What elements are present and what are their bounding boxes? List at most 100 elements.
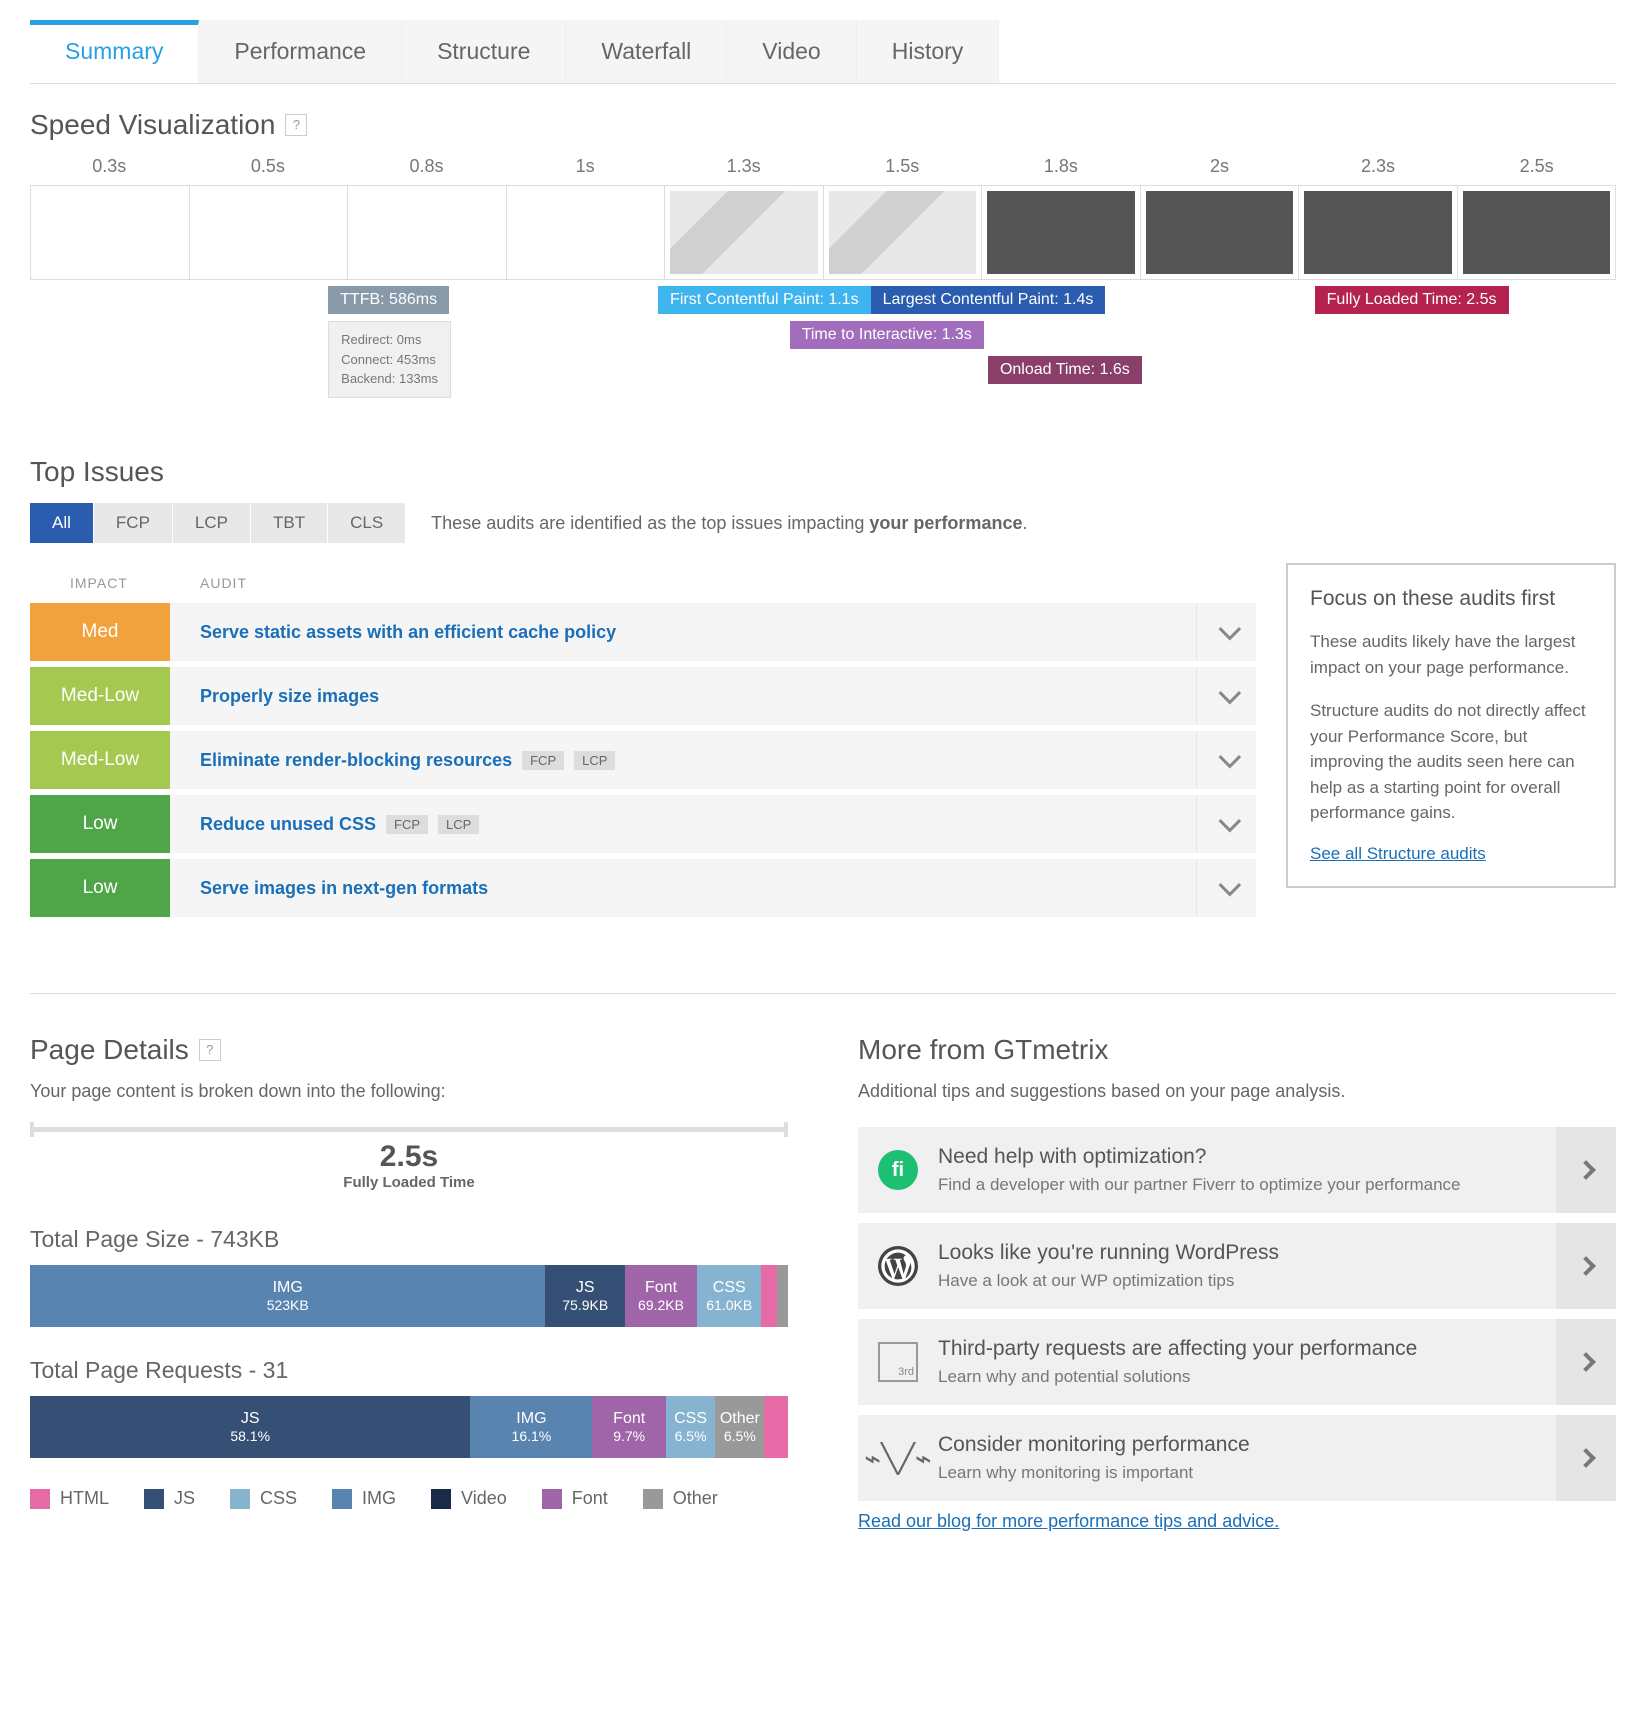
filter-fcp[interactable]: FCP [94,503,172,543]
speed-viz-heading: Speed Visualization ? [30,109,1616,141]
tab-summary[interactable]: Summary [30,20,199,83]
issue-row[interactable]: LowReduce unused CSSFCPLCP [30,795,1256,853]
ttfb-details: Redirect: 0msConnect: 453msBackend: 133m… [328,321,451,398]
audit-cell: Serve static assets with an efficient ca… [170,603,1196,661]
expand-button[interactable] [1196,859,1256,917]
audit-name: Eliminate render-blocking resources [200,750,512,771]
bar-segment-font: Font9.7% [592,1396,666,1458]
bar-segment-img: IMG16.1% [470,1396,592,1458]
wordpress-icon [878,1246,918,1286]
suggestion-icon: 3rd [858,1319,938,1405]
suggestion-item[interactable]: Looks like you're running WordPressHave … [858,1223,1616,1309]
expand-button[interactable] [1196,795,1256,853]
audit-tag: LCP [574,751,615,770]
filter-tbt[interactable]: TBT [251,503,327,543]
expand-button[interactable] [1196,603,1256,661]
timeline-frame [982,186,1141,279]
impact-badge: Med-Low [30,731,170,789]
suggestion-item[interactable]: ⌁╲╱⌁Consider monitoring performanceLearn… [858,1415,1616,1501]
filter-cls[interactable]: CLS [328,503,405,543]
impact-badge: Med-Low [30,667,170,725]
tab-waterfall[interactable]: Waterfall [566,20,727,83]
timeline-frame [1141,186,1300,279]
impact-badge: Med [30,603,170,661]
audit-name: Serve images in next-gen formats [200,878,488,899]
suggestion-item[interactable]: 3rdThird-party requests are affecting yo… [858,1319,1616,1405]
bar-segment-other: Other6.5% [715,1396,764,1458]
filter-lcp[interactable]: LCP [173,503,250,543]
speed-visualization-section: Speed Visualization ? 0.3s0.5s0.8s1s1.3s… [30,109,1616,406]
legend-item-other: Other [643,1488,718,1509]
audit-name: Properly size images [200,686,379,707]
issues-filter-row: AllFCPLCPTBTCLS These audits are identif… [30,503,1616,543]
issues-filter-desc: These audits are identified as the top i… [431,513,1027,534]
badge-lcp: Largest Contentful Paint: 1.4s [871,286,1106,314]
audit-cell: Reduce unused CSSFCPLCP [170,795,1196,853]
badge-flt: Fully Loaded Time: 2.5s [1315,286,1509,314]
top-issues-section: Top Issues AllFCPLCPTBTCLS These audits … [30,456,1616,923]
timeline-frame [31,186,190,279]
chevron-right-icon [1576,1352,1596,1372]
filter-all[interactable]: All [30,503,93,543]
legend-swatch [332,1489,352,1509]
timeline-tick: 1s [506,156,665,177]
timeline-labels: 0.3s0.5s0.8s1s1.3s1.5s1.8s2s2.3s2.5s [30,156,1616,177]
suggestion-desc: Have a look at our WP optimization tips [938,1271,1556,1291]
expand-button[interactable] [1196,731,1256,789]
focus-p2: Structure audits do not directly affect … [1310,698,1592,826]
tab-history[interactable]: History [857,20,1000,83]
issue-row[interactable]: Med Serve static assets with an efficient… [30,603,1256,661]
impact-badge: Low [30,859,170,917]
legend: HTMLJSCSSIMGVideoFontOther [30,1488,788,1509]
suggestion-title: Third-party requests are affecting your … [938,1337,1556,1361]
timeline-tick: 0.3s [30,156,189,177]
timeline-tick: 0.5s [189,156,348,177]
legend-item-js: JS [144,1488,195,1509]
audit-name: Reduce unused CSS [200,814,376,835]
issue-row[interactable]: Low Serve images in next-gen formats [30,859,1256,917]
chevron-down-icon [1218,682,1241,705]
help-icon[interactable]: ? [199,1039,221,1061]
suggestion-title: Consider monitoring performance [938,1433,1556,1457]
issue-row[interactable]: Med-Low Properly size images [30,667,1256,725]
chevron-down-icon [1218,874,1241,897]
legend-item-css: CSS [230,1488,297,1509]
suggestion-item[interactable]: fiNeed help with optimization?Find a dev… [858,1127,1616,1213]
help-icon[interactable]: ? [285,114,307,136]
focus-panel: Focus on these audits first These audits… [1286,563,1616,888]
divider [30,993,1616,994]
impact-badge: Low [30,795,170,853]
bar-segment-other [777,1265,788,1327]
issue-row[interactable]: Med-Low Eliminate render-blocking resourc… [30,731,1256,789]
expand-button[interactable] [1196,667,1256,725]
flt-label: Fully Loaded Time [30,1174,788,1191]
tab-performance[interactable]: Performance [199,20,402,83]
blog-link[interactable]: Read our blog for more performance tips … [858,1511,1279,1531]
audit-cell: Serve images in next-gen formats [170,859,1196,917]
timeline-frame [507,186,666,279]
timeline-frame [1299,186,1458,279]
timeline-tick: 1.5s [823,156,982,177]
timeline-tick: 2s [1140,156,1299,177]
chevron-right-icon [1576,1448,1596,1468]
badge-ttfb: TTFB: 586ms [328,286,449,314]
timeline-frame [190,186,349,279]
timeline-tick: 2.3s [1299,156,1458,177]
suggestion-arrow [1556,1319,1616,1405]
timeline-frames [30,185,1616,280]
tab-video[interactable]: Video [727,20,856,83]
page-details-section: Page Details ? Your page content is brok… [30,1034,788,1532]
tab-structure[interactable]: Structure [402,20,566,83]
chevron-down-icon [1218,618,1241,641]
page-size-bar: IMG523KBJS75.9KBFont69.2KBCSS61.0KB [30,1265,788,1327]
legend-swatch [542,1489,562,1509]
badge-fcp: First Contentful Paint: 1.1s [658,286,871,314]
legend-item-video: Video [431,1488,507,1509]
suggestion-arrow [1556,1223,1616,1309]
focus-link[interactable]: See all Structure audits [1310,844,1486,863]
more-from-sub: Additional tips and suggestions based on… [858,1081,1616,1102]
issues-table-header: IMPACT AUDIT [30,563,1256,603]
timeline-tick: 2.5s [1457,156,1616,177]
timeline-frame [824,186,983,279]
audit-name: Serve static assets with an efficient ca… [200,622,616,643]
